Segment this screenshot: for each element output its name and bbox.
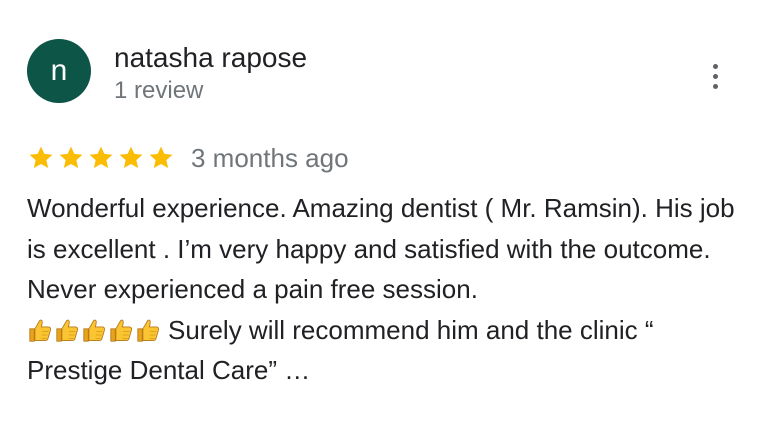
review-text-part-1: Wonderful experience. Amazing dentist ( … <box>27 193 735 304</box>
review-date: 3 months ago <box>191 143 349 173</box>
review-text: Wonderful experience. Amazing dentist ( … <box>27 188 742 391</box>
avatar[interactable]: n <box>27 39 91 103</box>
thumbs-up-icon <box>137 319 160 342</box>
rating-row: 3 months ago <box>27 140 349 176</box>
star-icon <box>119 146 143 169</box>
thumbs-up-icon <box>56 319 79 342</box>
review-card: n natasha rapose 1 review 3 months ago W… <box>0 0 764 430</box>
reviewer-name[interactable]: natasha rapose <box>114 40 307 76</box>
star-icon <box>149 146 173 169</box>
more-options-button[interactable] <box>700 58 730 94</box>
thumbs-up-icon <box>29 319 52 342</box>
more-vert-icon <box>712 63 718 69</box>
star-icon <box>89 146 113 169</box>
star-rating <box>27 144 175 172</box>
star-icon <box>29 146 53 169</box>
more-vert-icon-dot <box>712 83 718 89</box>
thumbs-up-emojis <box>27 317 162 344</box>
avatar-initial: n <box>50 54 68 87</box>
more-vert-icon-dot <box>712 73 718 79</box>
thumbs-up-icon <box>83 319 106 342</box>
review-count: 1 review <box>114 77 204 104</box>
star-icon <box>59 146 83 169</box>
thumbs-up-icon <box>110 319 133 342</box>
